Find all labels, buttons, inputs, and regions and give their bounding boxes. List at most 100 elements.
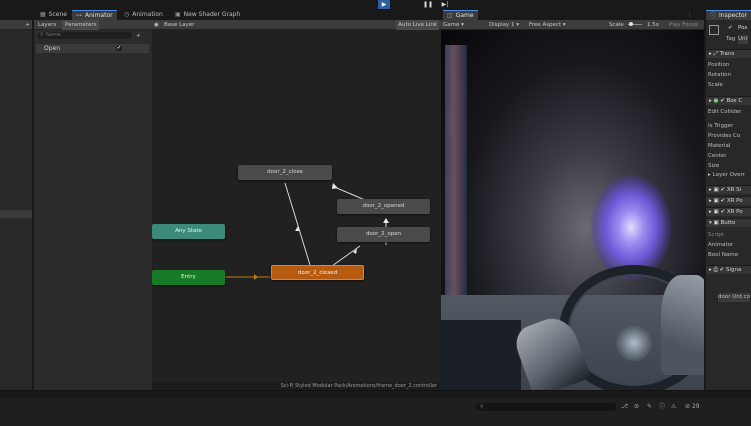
play-button[interactable]: ▶	[378, 0, 390, 9]
game-view[interactable]: Game ▾ Display 1 ▾ Free Aspect ▾ Scale 1…	[441, 20, 704, 390]
signal-door-field[interactable]: door Unt.co	[718, 293, 751, 302]
transition-close-to-closed[interactable]	[284, 182, 311, 266]
box-collider-icon: ●	[713, 98, 719, 104]
edit-collider-label[interactable]: Edit Collider	[708, 108, 741, 117]
state-door-2-opened[interactable]: door_2_opened	[337, 199, 430, 214]
pause-button[interactable]: ❚❚	[422, 0, 434, 9]
parameter-row-open[interactable]: Open ✔	[36, 44, 149, 53]
tab-scene[interactable]: ▦ Scene	[36, 10, 71, 20]
game-tab-menu-icon[interactable]: ⋮	[687, 10, 693, 20]
center-label: Center	[708, 153, 727, 159]
xr-component-2-label: XR Po	[726, 198, 743, 204]
add-parameter-icon[interactable]: +	[136, 31, 141, 41]
aspect-dropdown[interactable]: Free Aspect ▾	[529, 20, 566, 30]
tab-game-label: Game	[455, 12, 474, 19]
button-component-header[interactable]: ▾ ▣ Butto	[706, 218, 751, 227]
position-label: Position	[708, 62, 730, 68]
box-collider-label: Box C	[726, 98, 743, 104]
parameters-panel: Layers Parameters ⚲ Name + Open ✔	[34, 20, 152, 390]
steering-hub	[616, 325, 652, 361]
parameter-name: Open	[44, 45, 61, 52]
transform-label: Trans	[719, 51, 735, 57]
step-button[interactable]: ▶|	[439, 0, 451, 9]
display-value: Display 1	[489, 22, 515, 28]
state-entry[interactable]: Entry	[152, 270, 225, 285]
bool-name-label: Bool Name	[708, 252, 739, 258]
state-any-state[interactable]: Any State	[152, 224, 225, 239]
state-door-2-open[interactable]: door_2_open	[337, 227, 430, 242]
error-count-value: 29	[691, 403, 700, 410]
xr-component-3-label: XR Po	[726, 209, 743, 215]
game-tab-bar: ◫ Game ⋮	[441, 10, 704, 20]
xr-component-2-header[interactable]: ▸ ▣ ✔ XR Po	[706, 196, 751, 205]
material-label: Material	[708, 143, 731, 149]
play-focused-dropdown[interactable]: Play Focus	[669, 20, 698, 30]
error-count[interactable]: ⊘ 29	[685, 403, 700, 411]
controller-path: Sci-Fi Styled Modular Pack/Animations/fr…	[152, 382, 441, 390]
hierarchy-panel: +	[0, 20, 33, 390]
aspect-value: Free Aspect	[529, 22, 562, 28]
state-door-2-close[interactable]: door_2_close	[238, 165, 332, 180]
tab-animation[interactable]: ◷ Animation	[120, 10, 167, 20]
scale-slider-handle[interactable]	[629, 22, 633, 26]
parameters-tab[interactable]: Parameters	[62, 20, 100, 30]
active-checkbox-icon[interactable]: ✔	[728, 24, 733, 33]
opened-close-arrow-icon	[332, 183, 338, 189]
inspector-tab-bar: ⓘ Inspector	[706, 10, 751, 20]
tab-scene-label: Scene	[48, 11, 67, 18]
display-dropdown[interactable]: Display 1 ▾	[489, 20, 519, 30]
entry-arrow-icon	[254, 274, 258, 280]
tag-label: Tag	[726, 36, 736, 42]
tab-game[interactable]: ◫ Game	[443, 10, 478, 20]
state-door-2-closed[interactable]: door_2_closed	[271, 265, 364, 280]
hierarchy-plus-icon[interactable]: +	[25, 20, 30, 30]
hierarchy-selected-row[interactable]	[0, 210, 32, 218]
signal-component-header[interactable]: ▸ ⎙ ✔ Signa	[706, 265, 751, 274]
tab-inspector[interactable]: ⓘ Inspector	[706, 10, 751, 20]
console-search-input[interactable]: ⚲	[476, 403, 616, 411]
console-filter-icon[interactable]: ⎇	[621, 403, 628, 411]
xr-component-1-label: XR Si	[726, 187, 742, 193]
game-mode-dropdown[interactable]: Game ▾	[443, 20, 464, 30]
transition-closed-to-open[interactable]	[331, 245, 361, 267]
search-icon: ⚲	[40, 32, 44, 38]
transform-header[interactable]: ▸ ⤢ Trans	[706, 49, 751, 58]
script-label: Script	[708, 232, 724, 238]
console-clear-icon[interactable]: ⊘	[634, 403, 639, 411]
box-collider-header[interactable]: ▸ ● ✔ Box C	[706, 96, 751, 105]
console-panel: ⚲ ⎇ ⊘ ✎ ⓘ ⚠ ⊘ 29	[0, 390, 751, 426]
layers-params-toolbar: Layers Parameters	[34, 20, 152, 30]
scene-icon: ▦	[40, 11, 46, 18]
scale-label: Scale	[609, 22, 624, 28]
gameobject-cube-icon	[709, 25, 719, 35]
tag-dropdown[interactable]: Unt	[738, 35, 748, 44]
animator-graph[interactable]: ◉ Base Layer Auto Live Link door_2_close…	[152, 20, 441, 390]
parameter-search-input[interactable]: ⚲ Name	[38, 32, 132, 39]
tab-animator-label: Animator	[85, 12, 113, 19]
animation-icon: ◷	[124, 11, 130, 18]
layer-overrides-label[interactable]: ▸ Layer Overr	[708, 171, 745, 180]
xr-component-1-header[interactable]: ▸ ▣ ✔ XR Si	[706, 185, 751, 194]
layers-tab[interactable]: Layers	[38, 20, 56, 30]
tab-inspector-label: Inspector	[719, 12, 748, 19]
game-mode-value: Game	[443, 22, 460, 28]
parameter-bool-checkbox[interactable]: ✔	[116, 46, 122, 51]
layer-overrides-text: Layer Overr	[712, 172, 745, 178]
console-pin-icon[interactable]: ✎	[647, 403, 652, 411]
info-count-icon[interactable]: ⓘ	[659, 403, 665, 411]
gameobject-name[interactable]: Pos	[738, 24, 747, 33]
animator-tab-bar: ▦ Scene ⊶ Animator ◷ Animation ▣ New Shader …	[34, 10, 441, 20]
console-search-icon: ⚲	[480, 404, 484, 410]
game-toolbar: Game ▾ Display 1 ▾ Free Aspect ▾ Scale 1…	[441, 20, 704, 30]
hierarchy-toolbar: +	[0, 20, 32, 30]
inspector-panel: ⓘ Inspector ✔ Pos Tag Unt ▸ ⤢ Trans Posit…	[705, 10, 751, 390]
info-icon: ⓘ	[710, 12, 717, 19]
tab-shader-label: New Shader Graph	[183, 11, 241, 18]
tab-animator[interactable]: ⊶ Animator	[72, 10, 117, 20]
scale-value: 1.5x	[647, 22, 660, 28]
tab-shader-graph[interactable]: ▣ New Shader Graph	[171, 10, 244, 20]
xr-component-3-header[interactable]: ▸ ▣ ✔ XR Po	[706, 207, 751, 216]
warning-count-icon[interactable]: ⚠	[671, 403, 676, 411]
game-icon: ◫	[447, 12, 453, 19]
animator-icon: ⊶	[76, 12, 82, 19]
